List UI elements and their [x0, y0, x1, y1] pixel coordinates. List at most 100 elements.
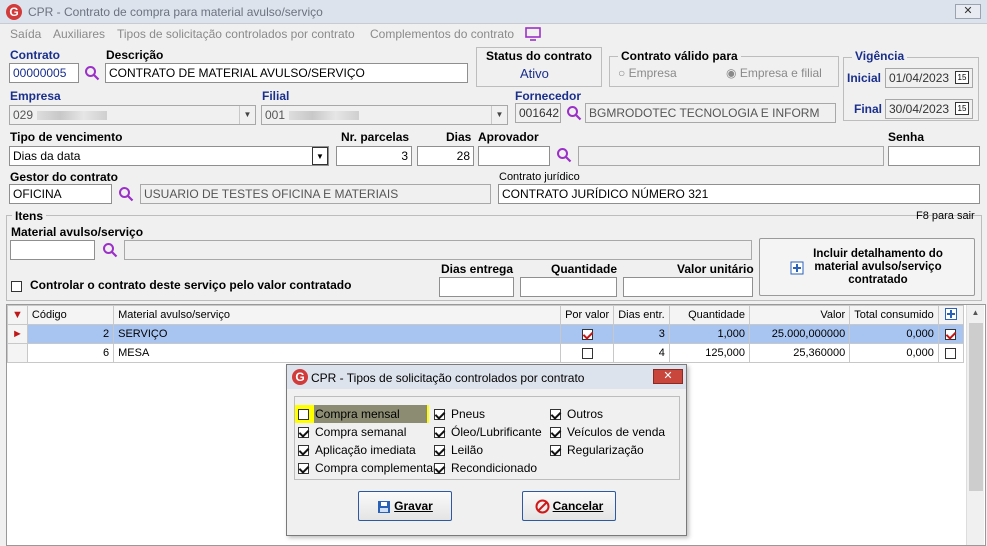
contrato-input[interactable]: 00000005	[9, 63, 79, 83]
cell-row-checkbox[interactable]	[937, 324, 965, 344]
parcelas-label: Nr. parcelas	[341, 130, 410, 144]
cell-por-valor-checkbox[interactable]	[560, 343, 615, 363]
gestor-label: Gestor do contrato	[10, 170, 119, 184]
cancel-icon	[535, 499, 550, 514]
cell-codigo: 6	[26, 343, 115, 363]
filial-combo[interactable]: 001 ▼	[261, 105, 508, 125]
cancelar-button[interactable]: Cancelar	[522, 491, 616, 521]
quantidade-input[interactable]	[520, 277, 617, 297]
option-veiculos-venda[interactable]: Veículos de venda	[550, 425, 665, 439]
dialog-title-bar: G CPR - Tipos de solicitação controlados…	[287, 365, 686, 389]
option-recondicionado[interactable]: Recondicionado	[434, 461, 537, 475]
col-dias[interactable]: Dias entr.	[613, 305, 670, 325]
empresa-label: Empresa	[10, 89, 61, 103]
sort-icon[interactable]: ▼	[7, 305, 28, 325]
radio-empresa-filial[interactable]: ◉ Empresa e filial	[726, 66, 822, 80]
material-input[interactable]	[10, 240, 95, 260]
status-label: Status do contrato	[486, 49, 593, 63]
cell-quantidade: 125,000	[668, 343, 750, 363]
menu-complementos[interactable]: Complementos do contrato	[370, 27, 514, 41]
parcelas-input[interactable]: 3	[336, 146, 412, 166]
empresa-combo[interactable]: 029 ▼	[9, 105, 256, 125]
calendar-icon[interactable]: 15	[955, 71, 969, 84]
option-regularizacao[interactable]: Regularização	[550, 443, 644, 457]
scrollbar[interactable]: ▲	[966, 305, 984, 545]
monitor-icon[interactable]	[525, 27, 541, 41]
gestor-input[interactable]: OFICINA	[9, 184, 112, 204]
scrollbar-thumb[interactable]	[969, 323, 983, 491]
contrato-label: Contrato	[10, 48, 60, 62]
controlar-checkbox[interactable]	[11, 279, 22, 293]
vigencia-label: Vigência	[852, 49, 908, 63]
tipos-solicitacao-dialog: G CPR - Tipos de solicitação controlados…	[286, 364, 687, 536]
f8-hint: F8 para sair	[916, 210, 975, 222]
window-title: CPR - Contrato de compra para material a…	[28, 5, 323, 19]
vencimento-combo[interactable]: Dias da data ▼	[9, 146, 329, 166]
incluir-detalhamento-button[interactable]: Incluir detalhamento do material avulso/…	[759, 238, 975, 296]
aprovador-input[interactable]	[478, 146, 550, 166]
cell-row-checkbox[interactable]	[937, 343, 965, 363]
table-row[interactable]: ► 2 SERVIÇO 3 1,000 25.000,000000 0,000	[7, 324, 965, 344]
fornecedor-name: BGMRODOTEC TECNOLOGIA E INFORM	[585, 103, 836, 123]
controlar-label: Controlar o contrato deste serviço pelo …	[30, 278, 352, 292]
dias-entrega-input[interactable]	[439, 277, 514, 297]
close-button[interactable]: ✕	[955, 4, 981, 19]
add-column-icon[interactable]	[937, 305, 965, 325]
dias-entrega-label: Dias entrega	[441, 262, 514, 276]
senha-input[interactable]	[888, 146, 980, 166]
valor-unitario-label: Valor unitário	[677, 262, 754, 276]
dialog-close-button[interactable]: ✕	[653, 369, 683, 384]
menu-bar: Saída Auxiliares Tipos de solicitação co…	[0, 24, 987, 44]
option-oleo-lubrificante[interactable]: Óleo/Lubrificante	[434, 425, 542, 439]
quantidade-label: Quantidade	[551, 262, 618, 276]
dias-input[interactable]: 28	[417, 146, 474, 166]
cell-por-valor-checkbox[interactable]	[560, 324, 615, 344]
col-por-valor[interactable]: Por valor	[560, 305, 615, 325]
cell-dias: 3	[613, 324, 670, 344]
col-material[interactable]: Material avulso/serviço	[113, 305, 562, 325]
option-pneus[interactable]: Pneus	[434, 407, 485, 421]
option-compra-mensal[interactable]: Compra mensal	[298, 407, 400, 421]
search-icon[interactable]	[84, 65, 100, 81]
filial-label: Filial	[262, 89, 290, 103]
material-label: Material avulso/serviço	[11, 225, 144, 239]
add-icon	[790, 261, 804, 275]
col-codigo[interactable]: Código	[26, 305, 115, 325]
cell-total: 0,000	[849, 343, 939, 363]
search-icon[interactable]	[102, 242, 118, 258]
vencimento-label: Tipo de vencimento	[10, 130, 123, 144]
descricao-input[interactable]: CONTRATO DE MATERIAL AVULSO/SERVIÇO	[105, 63, 468, 83]
menu-saida[interactable]: Saída	[10, 27, 41, 41]
cell-material: MESA	[113, 343, 562, 363]
valor-unitario-input[interactable]	[623, 277, 753, 297]
dialog-title: CPR - Tipos de solicitação controlados p…	[311, 371, 585, 385]
incluir-label: Incluir detalhamento do material avulso/…	[813, 248, 943, 286]
table-row[interactable]: 6 MESA 4 125,000 25,360000 0,000	[7, 343, 965, 363]
juridico-input[interactable]: CONTRATO JURÍDICO NÚMERO 321	[498, 184, 980, 204]
cell-quantidade: 1,000	[668, 324, 750, 344]
radio-empresa[interactable]: ○ Empresa	[618, 66, 677, 80]
descricao-label: Descrição	[106, 48, 164, 62]
cell-valor: 25.000,000000	[748, 324, 851, 344]
gravar-button[interactable]: Gravar	[358, 491, 452, 521]
option-compra-complementar[interactable]: Compra complementar	[298, 461, 437, 475]
search-icon[interactable]	[118, 186, 134, 202]
cell-codigo: 2	[26, 324, 115, 344]
option-outros[interactable]: Outros	[550, 407, 603, 421]
option-leilao[interactable]: Leilão	[434, 443, 483, 457]
option-aplicacao-imediata[interactable]: Aplicação imediata	[298, 443, 416, 457]
cell-total: 0,000	[849, 324, 939, 344]
menu-tipos-solicitacao[interactable]: Tipos de solicitação controlados por con…	[117, 27, 355, 41]
menu-auxiliares[interactable]: Auxiliares	[53, 27, 105, 41]
fornecedor-code[interactable]: 001642	[515, 103, 561, 123]
col-total[interactable]: Total consumido	[849, 305, 939, 325]
option-compra-semanal[interactable]: Compra semanal	[298, 425, 406, 439]
search-icon[interactable]	[566, 105, 582, 121]
aprovador-name	[578, 146, 884, 166]
col-valor[interactable]: Valor	[748, 305, 851, 325]
col-quantidade[interactable]: Quantidade	[668, 305, 750, 325]
search-icon[interactable]	[556, 147, 572, 163]
calendar-icon[interactable]: 15	[955, 102, 969, 115]
title-bar: G CPR - Contrato de compra para material…	[0, 0, 987, 24]
items-table: ▼ Código Material avulso/serviço Por val…	[7, 305, 965, 363]
